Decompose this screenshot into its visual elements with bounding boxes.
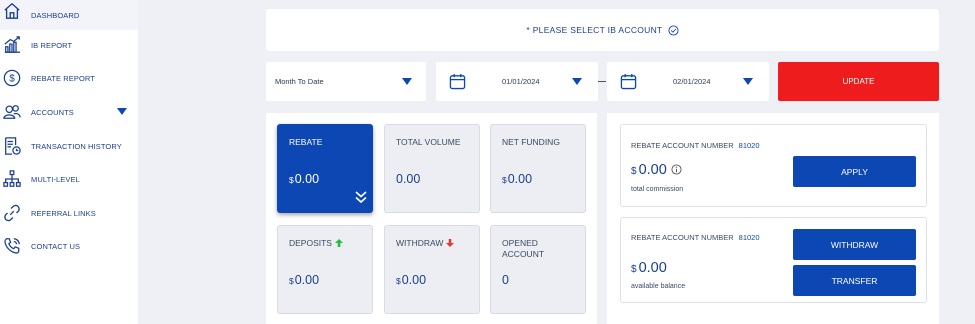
sidebar-item-accounts[interactable]: ACCOUNTS bbox=[0, 97, 138, 127]
total-volume-value: 0.00 bbox=[396, 172, 421, 186]
transfer-button[interactable]: TRANSFER bbox=[793, 265, 916, 296]
home-icon bbox=[3, 2, 21, 20]
deposits-card: DEPOSITS $0.00 bbox=[277, 225, 373, 314]
arrow-up-icon bbox=[334, 239, 343, 247]
info-icon[interactable] bbox=[671, 164, 682, 175]
double-chevron-down-icon[interactable] bbox=[354, 190, 368, 204]
sidebar-item-multi-level[interactable]: MULTI-LEVEL bbox=[0, 164, 138, 194]
rebate-label: REBATE bbox=[289, 137, 323, 147]
currency-symbol: $ bbox=[631, 264, 637, 275]
sidebar-item-label: DASHBOARD bbox=[31, 10, 80, 20]
svg-text:$: $ bbox=[9, 74, 15, 85]
opened-account-value: 0 bbox=[502, 273, 509, 287]
arrow-down-icon bbox=[446, 239, 455, 247]
currency-symbol: $ bbox=[289, 175, 294, 185]
rebate-value: $0.00 bbox=[289, 172, 319, 186]
withdraw-label-text: WITHDRAW bbox=[396, 238, 444, 248]
sidebar-item-referral-links[interactable]: REFERRAL LINKS bbox=[0, 198, 138, 228]
deposits-label: DEPOSITS bbox=[289, 238, 369, 249]
end-date-value: 02/01/2024 bbox=[673, 77, 711, 86]
withdraw-value: $0.00 bbox=[396, 273, 426, 287]
date-range-separator bbox=[598, 81, 606, 82]
withdraw-button[interactable]: WITHDRAW bbox=[793, 229, 916, 260]
rebate-card[interactable]: REBATE $0.00 bbox=[277, 124, 373, 213]
banner-text: * PLEASE SELECT IB ACCOUNT bbox=[526, 25, 663, 35]
rebate-account-number-label: REBATE ACCOUNT NUMBER bbox=[631, 233, 734, 242]
rebate-amount: 0.00 bbox=[294, 172, 320, 186]
users-icon bbox=[3, 103, 21, 121]
sidebar-item-dashboard[interactable]: DASHBOARD bbox=[0, 0, 138, 30]
total-volume-label: TOTAL VOLUME bbox=[396, 137, 461, 147]
total-commission-value: $0.00 bbox=[631, 162, 682, 178]
chevron-down-icon bbox=[402, 78, 412, 85]
net-funding-amount: 0.00 bbox=[507, 172, 533, 186]
end-date-picker[interactable]: 02/01/2024 bbox=[607, 62, 769, 101]
net-funding-card: NET FUNDING $0.00 bbox=[490, 124, 586, 213]
available-balance-caption: available balance bbox=[631, 283, 686, 290]
withdraw-card: WITHDRAW $0.00 bbox=[384, 225, 480, 314]
check-circle-icon bbox=[668, 24, 679, 36]
chevron-down-icon[interactable] bbox=[117, 108, 127, 115]
rebate-account-number-value: 81020 bbox=[738, 141, 760, 150]
sidebar-item-label: REFERRAL LINKS bbox=[31, 208, 96, 218]
period-select[interactable]: Month To Date bbox=[266, 62, 426, 101]
start-date-value: 01/01/2024 bbox=[502, 77, 540, 86]
withdraw-label: WITHDRAW bbox=[396, 238, 476, 249]
rebate-account-number-value: 81020 bbox=[738, 233, 760, 242]
hierarchy-icon bbox=[3, 170, 21, 188]
currency-symbol: $ bbox=[502, 175, 507, 185]
history-document-icon bbox=[3, 137, 21, 155]
rebate-account-commission: REBATE ACCOUNT NUMBER 81020 $0.00 total c… bbox=[620, 124, 927, 207]
rebate-account-number-label: REBATE ACCOUNT NUMBER bbox=[631, 141, 734, 150]
sidebar-item-label: REBATE REPORT bbox=[31, 73, 95, 83]
net-funding-value: $0.00 bbox=[502, 172, 532, 186]
sidebar-item-transaction-history[interactable]: TRANSACTION HISTORY bbox=[0, 131, 138, 161]
total-commission-caption: total commission bbox=[631, 186, 684, 193]
opened-account-card: OPENED ACCOUNT 0 bbox=[490, 225, 586, 314]
opened-account-label: OPENED ACCOUNT bbox=[502, 238, 545, 259]
sidebar-item-label: ACCOUNTS bbox=[31, 107, 74, 117]
deposits-value: $0.00 bbox=[289, 273, 319, 287]
calendar-icon bbox=[449, 73, 466, 90]
rebate-account-number: REBATE ACCOUNT NUMBER 81020 bbox=[631, 233, 760, 242]
withdraw-amount: 0.00 bbox=[401, 273, 427, 287]
apply-button[interactable]: APPLY bbox=[793, 156, 916, 187]
chevron-down-icon bbox=[743, 78, 753, 85]
sidebar-item-label: TRANSACTION HISTORY bbox=[31, 141, 122, 151]
currency-symbol: $ bbox=[631, 166, 637, 177]
bar-chart-icon bbox=[3, 36, 21, 54]
ib-account-selector-banner[interactable]: * PLEASE SELECT IB ACCOUNT bbox=[266, 9, 939, 51]
sidebar-item-label: MULTI-LEVEL bbox=[31, 174, 80, 184]
rebate-accounts-panel: REBATE ACCOUNT NUMBER 81020 $0.00 total c… bbox=[607, 113, 939, 324]
currency-symbol: $ bbox=[396, 276, 401, 286]
calendar-icon bbox=[620, 73, 637, 90]
deposits-amount: 0.00 bbox=[294, 273, 320, 287]
sidebar-item-ib-report[interactable]: IB REPORT bbox=[0, 30, 138, 60]
sidebar-item-label: IB REPORT bbox=[31, 40, 73, 50]
sidebar: DASHBOARD IB REPORT $ REBATE REPORT ACCO… bbox=[0, 0, 138, 324]
available-balance-value: $0.00 bbox=[631, 260, 667, 276]
dollar-circle-icon: $ bbox=[3, 69, 21, 87]
currency-symbol: $ bbox=[289, 276, 294, 286]
sidebar-item-rebate-report[interactable]: $ REBATE REPORT bbox=[0, 63, 138, 93]
start-date-picker[interactable]: 01/01/2024 bbox=[436, 62, 598, 101]
phone-icon bbox=[3, 237, 21, 255]
link-icon bbox=[3, 204, 21, 222]
update-button[interactable]: UPDATE bbox=[778, 62, 939, 101]
available-balance-amount: 0.00 bbox=[638, 260, 667, 276]
total-volume-card: TOTAL VOLUME 0.00 bbox=[384, 124, 480, 213]
sidebar-item-contact-us[interactable]: CONTACT US bbox=[0, 231, 138, 261]
rebate-account-balance: REBATE ACCOUNT NUMBER 81020 $0.00 availab… bbox=[620, 217, 927, 303]
net-funding-label: NET FUNDING bbox=[502, 137, 560, 147]
sidebar-item-label: CONTACT US bbox=[31, 241, 81, 251]
rebate-account-number: REBATE ACCOUNT NUMBER 81020 bbox=[631, 141, 760, 150]
chevron-down-icon bbox=[572, 78, 582, 85]
deposits-label-text: DEPOSITS bbox=[289, 238, 332, 248]
summary-panel: REBATE $0.00 TOTAL VOLUME 0.00 NET FUNDI… bbox=[266, 113, 597, 324]
period-select-value: Month To Date bbox=[275, 77, 324, 86]
total-commission-amount: 0.00 bbox=[638, 162, 667, 178]
